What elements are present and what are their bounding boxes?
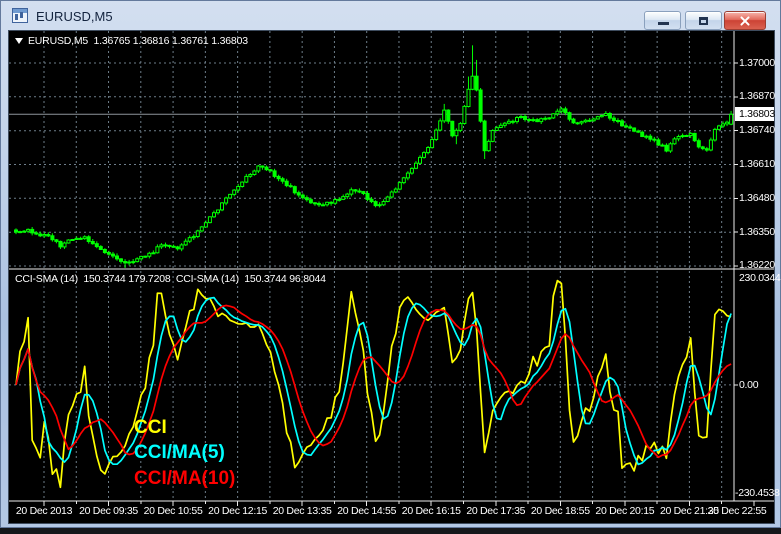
workspace-background: [0, 528, 781, 534]
indicator-max-label: 230.0344: [739, 272, 780, 284]
time-axis-label: 20 Dec 17:35: [461, 505, 531, 517]
price-axis-label: 1.36740: [739, 124, 775, 136]
chart-client-area: EURUSD,M5 1.36765 1.36816 1.36761 1.3680…: [9, 31, 774, 523]
legend-cci-ma10: CCI/MA(10): [134, 468, 235, 490]
titlebar[interactable]: EURUSD,M5: [1, 1, 780, 31]
time-axis-label: 20 Dec 09:35: [74, 505, 144, 517]
price-axis-label: 1.36610: [739, 158, 775, 170]
indicator-min-label: -230.4538: [735, 487, 780, 499]
indicator-header: CCI-SMA (14) 150.3744 179.7208 CCI-SMA (…: [15, 273, 326, 285]
time-axis-label: 20 Dec 2013: [9, 505, 79, 517]
time-axis-label: 20 Dec 14:55: [332, 505, 402, 517]
dropdown-triangle-icon: [15, 38, 23, 44]
close-icon: [739, 15, 751, 27]
ohlc-text: EURUSD,M5 1.36765 1.36816 1.36761 1.3680…: [28, 35, 248, 47]
minimize-button[interactable]: [644, 11, 681, 30]
screen: EURUSD,M5 EURUSD,M5 1.36765 1.36816 1.36…: [0, 0, 781, 534]
restore-icon: [699, 17, 708, 25]
time-axis-label: 20 Dec 10:55: [138, 505, 208, 517]
time-axis-label: 20 Dec 13:35: [267, 505, 337, 517]
time-axis-label: 20 Dec 22:55: [702, 505, 772, 517]
price-axis-label: 1.36350: [739, 226, 775, 238]
price-axis-label: 1.36870: [739, 90, 775, 102]
time-axis[interactable]: 20 Dec 201320 Dec 09:3520 Dec 10:5520 De…: [9, 501, 774, 523]
time-axis-label: 20 Dec 18:55: [525, 505, 595, 517]
price-axis-label: 1.37000: [739, 57, 775, 69]
close-button[interactable]: [724, 11, 766, 30]
minimize-icon: [658, 22, 669, 25]
price-axis-label: 1.36480: [739, 192, 775, 204]
time-axis-label: 20 Dec 12:15: [203, 505, 273, 517]
price-axis-label: 1.36220: [739, 259, 775, 271]
time-axis-label: 20 Dec 20:15: [590, 505, 660, 517]
chart-window-icon: [12, 8, 28, 23]
legend-cci-ma5: CCI/MA(5): [134, 442, 225, 464]
legend-cci: CCI: [134, 417, 167, 439]
chart-window: EURUSD,M5 EURUSD,M5 1.36765 1.36816 1.36…: [0, 0, 781, 528]
indicator-zero-label: 0.00: [739, 379, 758, 391]
symbol-ohlc-overlay: EURUSD,M5 1.36765 1.36816 1.36761 1.3680…: [15, 35, 248, 47]
window-title: EURUSD,M5: [36, 9, 113, 24]
restore-button[interactable]: [685, 11, 722, 30]
price-axis[interactable]: 1.36803 230.0344 0.00 -230.4538 1.370001…: [735, 31, 774, 501]
current-price-label: 1.36803: [735, 107, 774, 121]
time-axis-label: 20 Dec 16:15: [396, 505, 466, 517]
